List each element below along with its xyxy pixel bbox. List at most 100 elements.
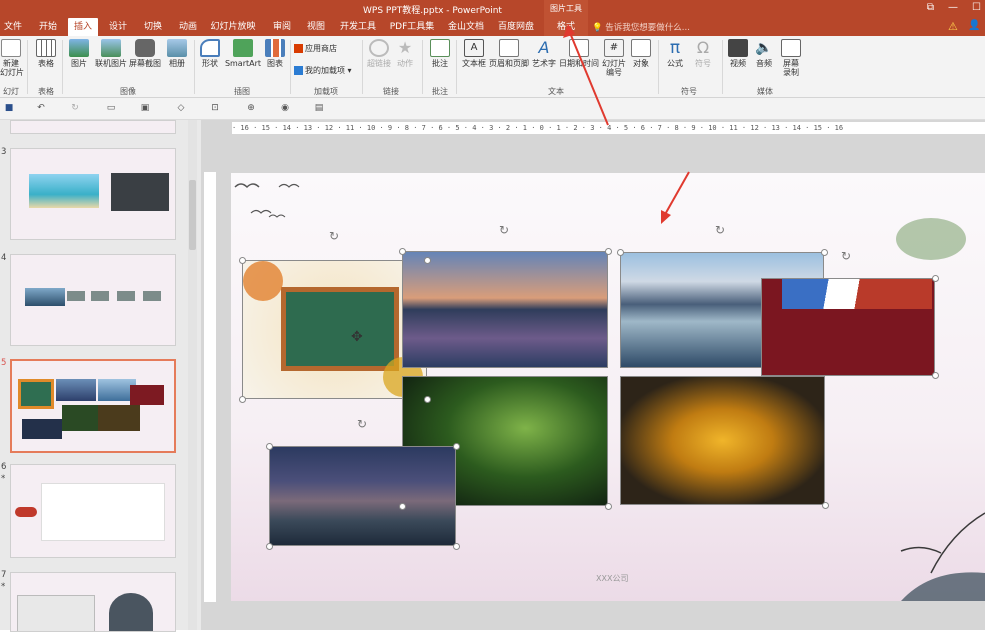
- slide-thumbnail[interactable]: [10, 148, 176, 240]
- slide-canvas[interactable]: ✥ ↻ ↻ ↻ ↻ ↻ XXX公司: [231, 173, 985, 601]
- symbol-button[interactable]: Ω 符号: [690, 39, 716, 69]
- resize-handle[interactable]: [239, 257, 246, 264]
- picture-label: 图片: [71, 59, 87, 68]
- resize-handle[interactable]: [266, 443, 273, 450]
- resize-handle[interactable]: [399, 503, 406, 510]
- online-picture-button[interactable]: 联机图片: [94, 39, 128, 68]
- tab-developer[interactable]: 开发工具: [338, 18, 378, 36]
- tab-baidu-netdisk[interactable]: 百度网盘: [496, 18, 536, 36]
- resize-handle[interactable]: [399, 248, 406, 255]
- maximize-icon[interactable]: ☐: [972, 2, 981, 13]
- tab-home[interactable]: 开始: [36, 18, 60, 36]
- tab-slideshow[interactable]: 幻灯片放映: [208, 18, 258, 36]
- picture-autumn-blackboard[interactable]: ✥: [242, 260, 427, 399]
- picture-yellow-leaf[interactable]: [620, 376, 825, 505]
- action-icon: ★: [397, 38, 413, 57]
- group-label-text: 文本: [548, 87, 564, 96]
- album-button[interactable]: 相册: [164, 39, 190, 68]
- zoom-qat-icon[interactable]: ⊕: [246, 103, 256, 113]
- resize-handle[interactable]: [617, 249, 624, 256]
- my-addins-button[interactable]: 我的加载项 ▾: [294, 66, 358, 75]
- scrollbar-thumb[interactable]: [189, 180, 196, 250]
- resize-handle[interactable]: [822, 502, 829, 509]
- picture-palace-red[interactable]: [761, 278, 935, 376]
- rotate-handle-icon[interactable]: ↻: [715, 223, 725, 237]
- table-button[interactable]: 表格: [33, 39, 59, 68]
- action-button[interactable]: ★ 动作: [394, 38, 416, 69]
- tab-transitions[interactable]: 切换: [141, 18, 165, 36]
- color-qat-icon[interactable]: ◉: [280, 103, 290, 113]
- slide-number: 3: [1, 147, 7, 157]
- tab-kingsoft-docs[interactable]: 金山文档: [446, 18, 486, 36]
- resize-handle[interactable]: [424, 257, 431, 264]
- resize-handle[interactable]: [605, 503, 612, 510]
- slide-thumbnail[interactable]: [10, 464, 176, 558]
- wordart-icon: A: [538, 38, 550, 57]
- picture-button[interactable]: 图片: [66, 39, 92, 68]
- tab-insert[interactable]: 插入: [68, 18, 98, 36]
- minimize-icon[interactable]: —: [948, 2, 958, 13]
- undo-icon[interactable]: ↶: [36, 103, 46, 113]
- rotate-handle-icon[interactable]: ↻: [841, 249, 851, 263]
- action-label: 动作: [397, 59, 413, 68]
- tab-file[interactable]: 文件: [2, 18, 24, 36]
- rotate-handle-icon[interactable]: ↻: [357, 417, 367, 431]
- user-icon[interactable]: 👤: [968, 20, 980, 31]
- window-controls: ⧉ — ☐: [927, 2, 981, 13]
- wordart-button[interactable]: A 艺术字: [530, 38, 558, 69]
- textbox-button[interactable]: A 文本框: [460, 39, 488, 68]
- screenshot-button[interactable]: 屏幕截图: [128, 39, 162, 68]
- new-slide-label: 新建 幻灯片: [0, 59, 24, 77]
- video-button[interactable]: 视频: [726, 39, 750, 68]
- hyperlink-button[interactable]: 超链接: [366, 39, 392, 68]
- warning-icon[interactable]: ⚠: [948, 20, 958, 33]
- tab-animations[interactable]: 动画: [176, 18, 200, 36]
- tab-view[interactable]: 视图: [304, 18, 328, 36]
- thumbnail-table: [17, 595, 95, 631]
- redo-icon[interactable]: ↻: [70, 103, 80, 113]
- tab-review[interactable]: 审阅: [270, 18, 294, 36]
- group-label-illustrations: 插图: [234, 87, 250, 96]
- resize-handle[interactable]: [932, 275, 939, 282]
- new-slide-qat-icon[interactable]: ▣: [140, 103, 150, 113]
- header-footer-button[interactable]: 页眉和页脚: [488, 39, 530, 68]
- start-slideshow-icon[interactable]: ▭: [106, 103, 116, 113]
- picture-city-night[interactable]: [269, 446, 456, 546]
- object-button[interactable]: 对象: [630, 39, 652, 68]
- chart-button[interactable]: 图表: [264, 39, 286, 68]
- textbox-qat-icon[interactable]: ⊡: [210, 103, 220, 113]
- smartart-button[interactable]: SmartArt: [224, 39, 262, 68]
- picture-mount-fuji[interactable]: [402, 251, 608, 368]
- equation-button[interactable]: π 公式: [662, 39, 688, 68]
- rotate-handle-icon[interactable]: ↻: [499, 223, 509, 237]
- resize-handle[interactable]: [266, 543, 273, 550]
- group-separator: [194, 40, 195, 94]
- resize-handle[interactable]: [605, 248, 612, 255]
- screen-record-button[interactable]: 屏幕 录制: [778, 39, 804, 77]
- new-slide-button[interactable]: 新建 幻灯片: [0, 39, 24, 77]
- store-button[interactable]: 应用商店: [294, 44, 354, 53]
- resize-handle[interactable]: [239, 396, 246, 403]
- rotate-handle-icon[interactable]: ↻: [329, 229, 339, 243]
- save-icon[interactable]: ■: [4, 103, 14, 113]
- thumbnail-image: [56, 379, 96, 401]
- thumbnails-scrollbar[interactable]: [188, 120, 197, 630]
- resize-handle[interactable]: [453, 543, 460, 550]
- equation-label: 公式: [667, 59, 683, 68]
- shapes-qat-icon[interactable]: ◇: [176, 103, 186, 113]
- more-qat-icon[interactable]: ▤: [314, 103, 324, 113]
- comment-button[interactable]: 批注: [428, 39, 452, 68]
- slide-thumbnail[interactable]: [10, 254, 176, 346]
- audio-button[interactable]: 🔈 音频: [752, 39, 776, 68]
- ribbon-display-icon[interactable]: ⧉: [927, 2, 934, 13]
- resize-handle[interactable]: [453, 443, 460, 450]
- tab-pdf-tools[interactable]: PDF工具集: [388, 18, 436, 36]
- tab-design[interactable]: 设计: [106, 18, 130, 36]
- slide-thumbnail[interactable]: [10, 120, 176, 134]
- resize-handle[interactable]: [932, 372, 939, 379]
- resize-handle[interactable]: [821, 249, 828, 256]
- shapes-button[interactable]: 形状: [198, 39, 222, 68]
- resize-handle[interactable]: [424, 396, 431, 403]
- slide-thumbnail-selected[interactable]: [10, 359, 176, 453]
- slide-thumbnail[interactable]: [10, 572, 176, 632]
